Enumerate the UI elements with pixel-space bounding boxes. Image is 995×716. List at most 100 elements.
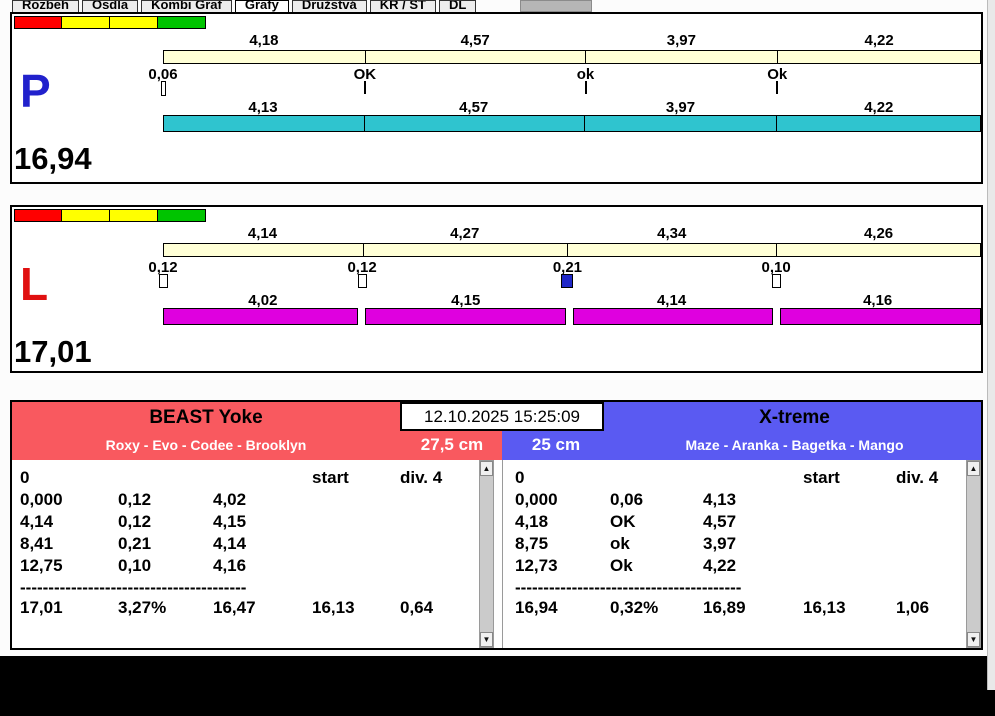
- window-edge-scroll-area[interactable]: [987, 0, 995, 690]
- screen: Rozbeh Osdla Kombi Graf Grafy Družstvá KR / S…: [0, 0, 995, 716]
- tab-kr-st[interactable]: KR / ST: [369, 0, 436, 12]
- table-cell: 16,13: [803, 598, 846, 617]
- team-name: X-treme: [759, 407, 830, 428]
- table-cell: 4,02: [213, 490, 247, 509]
- dog-time-value: 4,57: [459, 99, 489, 116]
- top-scrollbar-thumb[interactable]: [520, 0, 592, 12]
- table-cell: 0,21: [118, 534, 152, 553]
- table-scrollbar[interactable]: ▲ ▼: [479, 460, 494, 648]
- tab-osdla[interactable]: Osdla: [81, 0, 139, 12]
- split-bar-segment: [365, 51, 586, 63]
- lane-panel-right: 4,18 4,57 3,97 4,22 0,06 OK ok Ok 4,13 4,57 3,97 4,…: [10, 12, 983, 184]
- mark-square-icon: [357, 274, 367, 288]
- table-cell: Ok: [610, 556, 633, 575]
- table-scrollbar[interactable]: ▲ ▼: [966, 460, 981, 648]
- split-bar-segment: [164, 51, 366, 63]
- table-cell: 4,13: [703, 490, 737, 509]
- table-cell: start: [312, 468, 349, 487]
- dog-time-value: 4,13: [248, 99, 278, 116]
- lane-letter: L: [20, 258, 49, 310]
- split-time-value: 4,34: [657, 225, 687, 242]
- table-divider-line: [502, 460, 503, 648]
- table-cell: 0,64: [400, 598, 434, 617]
- mark-square-icon: [158, 274, 168, 288]
- table-divider-dashes: ----------------------------------------: [515, 578, 742, 597]
- split-bar: [163, 50, 981, 64]
- dog-bar-segment: [365, 308, 566, 325]
- table-cell: 3,97: [703, 534, 737, 553]
- split-bar-segment: [585, 51, 777, 63]
- tab-label: Kombi Graf: [151, 0, 222, 12]
- table-cell: 0,000: [20, 490, 63, 509]
- mark-bar-icon: [160, 81, 166, 96]
- tab-dl[interactable]: DL: [439, 0, 477, 12]
- split-bar-segment: [567, 244, 776, 256]
- tab-label: Rozbeh: [22, 0, 69, 12]
- dog-time-value: 4,02: [248, 292, 278, 309]
- table-divider-dashes: ----------------------------------------: [20, 578, 247, 597]
- table-cell: div. 4: [400, 468, 443, 487]
- split-time-value: 4,22: [864, 32, 894, 49]
- results-table-right: 0 start div. 4 0,000 0,06 4,13 4,18 OK 4,57 8,75 o…: [506, 460, 981, 648]
- tab-label: DL: [449, 0, 467, 12]
- lane-letter: P: [20, 65, 51, 117]
- dog-bar-segment: [164, 116, 364, 131]
- dog-time-value: 4,14: [656, 292, 687, 309]
- team-dogs-list: Roxy - Evo - Codee - Brooklyn: [105, 437, 307, 453]
- tab-label: Grafy: [244, 0, 279, 12]
- results-table-left: 0 start div. 4 0,000 0,12 4,02 4,14 0,12 4,15 8,4…: [12, 460, 494, 648]
- split-bar-segment: [164, 244, 363, 256]
- lane-total-time: 17,01: [14, 334, 92, 369]
- tab-kombi-graf[interactable]: Kombi Graf: [141, 0, 232, 12]
- app-window: Rozbeh Osdla Kombi Graf Grafy Družstvá KR / S…: [0, 0, 987, 656]
- table-cell: 0: [20, 468, 30, 487]
- datetime-display: 12.10.2025 15:25:09: [400, 402, 604, 431]
- table-cell: 4,22: [703, 556, 737, 575]
- tab-grafy[interactable]: Grafy: [234, 0, 289, 12]
- table-cell: 16,13: [312, 598, 355, 617]
- table-cell: 0,12: [118, 512, 152, 531]
- split-bar: [163, 243, 981, 257]
- table-cell: start: [803, 468, 840, 487]
- tab-rozbeh[interactable]: Rozbeh: [12, 0, 79, 12]
- scrollbar-up-icon[interactable]: ▲: [967, 461, 980, 476]
- dog-times-bar: [163, 115, 981, 132]
- tab-bar: Rozbeh Osdla Kombi Graf Grafy Družstvá KR / S…: [12, 0, 477, 12]
- split-time-value: 4,26: [863, 225, 894, 242]
- split-bar-segment: [362, 244, 568, 256]
- table-cell: 4,16: [213, 556, 247, 575]
- dog-bar-segment: [573, 308, 773, 325]
- tab-label: KR / ST: [379, 0, 426, 12]
- table-cell: 0,06: [610, 490, 644, 509]
- split-time-value: 4,27: [450, 225, 480, 242]
- table-cell: 4,14: [20, 512, 54, 531]
- indicator-light: [62, 209, 110, 222]
- split-bar-segment: [776, 51, 980, 63]
- table-cell: 4,15: [213, 512, 247, 531]
- scrollbar-down-icon[interactable]: ▼: [967, 632, 980, 647]
- table-cell: 8,41: [20, 534, 54, 553]
- table-cell: 0: [515, 468, 525, 487]
- split-time-value: 4,57: [460, 32, 490, 49]
- scrollbar-up-icon[interactable]: ▲: [480, 461, 493, 476]
- table-cell: 0,32%: [610, 598, 659, 617]
- indicator-light: [110, 209, 158, 222]
- table-cell: 4,14: [213, 534, 247, 553]
- table-cell: 16,47: [213, 598, 256, 617]
- mark-square-filled-icon: [561, 274, 574, 288]
- table-cell: 0,000: [515, 490, 558, 509]
- scrollbar-down-icon[interactable]: ▼: [480, 632, 493, 647]
- table-cell: 8,75: [515, 534, 549, 553]
- jump-height: 25 cm: [531, 435, 581, 454]
- dog-time-value: 4,15: [451, 292, 481, 309]
- indicator-light: [158, 209, 206, 222]
- split-time-value: 4,14: [247, 225, 278, 242]
- table-cell: 17,01: [20, 598, 63, 617]
- tab-label: Osdla: [91, 0, 129, 12]
- mark-square-icon: [771, 274, 781, 288]
- mark-line-icon: [776, 81, 779, 94]
- tab-dru-stv-[interactable]: Družstvá: [291, 0, 367, 12]
- dog-time-value: 4,16: [863, 292, 893, 309]
- table-cell: 12,75: [20, 556, 63, 575]
- dog-bar-segment: [780, 308, 981, 325]
